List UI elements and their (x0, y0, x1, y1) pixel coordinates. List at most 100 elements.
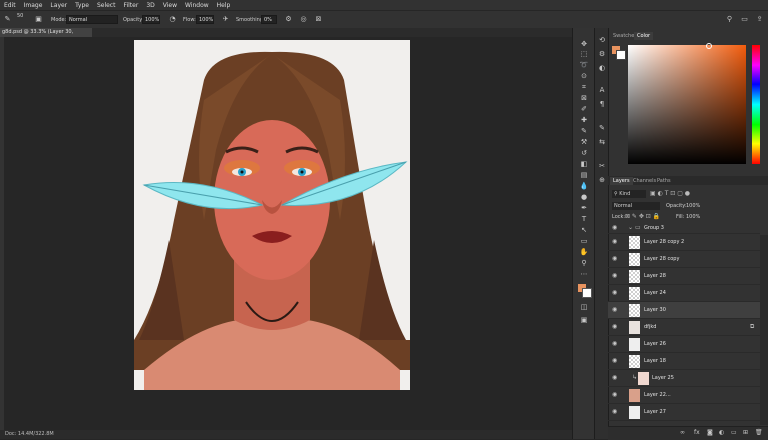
quick-mask-icon[interactable]: ◫ (579, 303, 589, 311)
hue-slider[interactable] (752, 45, 760, 164)
chevron-down-icon[interactable]: ⌄ (628, 224, 633, 231)
symmetry-icon[interactable]: ⊠ (314, 15, 323, 24)
smoothing-field[interactable]: 0% (261, 15, 277, 24)
healing-tool-icon[interactable]: ✚ (579, 116, 589, 124)
gradient-tool-icon[interactable]: ▤ (579, 171, 589, 179)
layer-row[interactable]: ◉ Layer 22... (608, 387, 760, 404)
layer-row[interactable]: ◉ dfjkd ⧉ (608, 319, 760, 336)
dodge-tool-icon[interactable]: ● (579, 193, 589, 201)
blend-mode-dropdown[interactable]: Normal (612, 202, 660, 210)
eye-icon[interactable]: ◉ (612, 375, 619, 381)
layer-row[interactable]: ◉ Layer 28 copy 2 (608, 234, 760, 251)
properties-panel-icon[interactable]: ⚙ (597, 50, 607, 58)
eye-icon[interactable]: ◉ (612, 225, 619, 231)
fill-value[interactable]: 100% (686, 214, 700, 220)
more-tools-icon[interactable]: ⋯ (579, 270, 589, 278)
frame-tool-icon[interactable]: ⊠ (579, 94, 589, 102)
tab-paths[interactable]: Paths (654, 177, 674, 185)
zoom-tool-icon[interactable]: ⚲ (579, 259, 589, 267)
link-layers-icon[interactable]: ∞ (680, 429, 685, 436)
layer-row[interactable]: ◉ Layer 26 (608, 336, 760, 353)
workspace-icon[interactable]: ▭ (740, 15, 749, 24)
brush-settings-icon[interactable]: ⇆ (597, 138, 607, 146)
color-panel-background[interactable] (616, 50, 626, 60)
blur-tool-icon[interactable]: 💧 (579, 182, 589, 190)
menu-image[interactable]: Image (20, 2, 47, 9)
airbrush-icon[interactable]: ✈ (221, 15, 230, 24)
eye-icon[interactable]: ◉ (612, 290, 619, 296)
adjustment-layer-icon[interactable]: ◐ (719, 429, 724, 436)
brush-size-value[interactable]: 50 (17, 13, 23, 19)
paragraph-panel-icon[interactable]: ¶ (597, 100, 607, 108)
tool-presets-icon[interactable]: ✂ (597, 162, 607, 170)
color-picker-cursor[interactable] (706, 43, 712, 49)
layer-filter-icons[interactable]: ▣ ◐ T ⊡ ▢ ● (650, 190, 690, 197)
eraser-tool-icon[interactable]: ◧ (579, 160, 589, 168)
layer-style-icon[interactable]: fx (694, 429, 700, 436)
gear-icon[interactable]: ⚙ (284, 15, 293, 24)
color-picker-field[interactable] (628, 45, 746, 164)
opacity-field[interactable]: 100% (142, 15, 160, 24)
pen-tool-icon[interactable]: ✒ (579, 204, 589, 212)
eye-icon[interactable]: ◉ (612, 324, 619, 330)
layer-mask-icon[interactable]: ◙ (707, 429, 713, 436)
type-tool-icon[interactable]: T (579, 215, 589, 223)
layer-row[interactable]: ◉ Layer 27 (608, 404, 760, 421)
layer-filter-kind[interactable]: ⚲ Kind (612, 190, 646, 198)
menu-view[interactable]: View (159, 2, 181, 9)
layer-row[interactable]: ◉ Layer 18 (608, 353, 760, 370)
shape-tool-icon[interactable]: ▭ (579, 237, 589, 245)
menu-3d[interactable]: 3D (142, 2, 158, 9)
menu-edit[interactable]: Edit (0, 2, 20, 9)
character-panel-icon[interactable]: A (597, 86, 607, 94)
layer-row[interactable]: ◉ Layer 24 (608, 285, 760, 302)
lock-icons[interactable]: ⊠ ✎ ✥ ⊡ 🔒 (625, 213, 660, 220)
menu-window[interactable]: Window (181, 2, 213, 9)
path-select-tool-icon[interactable]: ↖ (579, 226, 589, 234)
history-panel-icon[interactable]: ⟲ (597, 36, 607, 44)
menu-filter[interactable]: Filter (119, 2, 142, 9)
artwork-canvas[interactable] (134, 40, 410, 390)
eye-icon[interactable]: ◉ (612, 392, 619, 398)
layer-row[interactable]: ◉ ↳ Layer 25 (608, 370, 760, 387)
menu-select[interactable]: Select (93, 2, 120, 9)
history-brush-tool-icon[interactable]: ↺ (579, 149, 589, 157)
quick-select-tool-icon[interactable]: ⊙ (579, 72, 589, 80)
eyedropper-tool-icon[interactable]: ✐ (579, 105, 589, 113)
brush-tool-icon[interactable]: ✎ (3, 15, 12, 24)
new-layer-icon[interactable]: ⊞ (743, 429, 748, 436)
move-tool-icon[interactable]: ✥ (579, 40, 589, 48)
menu-type[interactable]: Type (71, 2, 93, 9)
layer-row-selected[interactable]: ◉ Layer 30 (608, 302, 760, 319)
layers-scrollbar[interactable] (760, 235, 768, 425)
eye-icon[interactable]: ◉ (612, 273, 619, 279)
flow-field[interactable]: 100% (196, 15, 214, 24)
menu-help[interactable]: Help (213, 2, 235, 9)
menu-layer[interactable]: Layer (46, 2, 71, 9)
share-icon[interactable]: ⇪ (755, 15, 764, 24)
background-color-swatch[interactable] (582, 288, 592, 298)
hand-tool-icon[interactable]: ✋ (579, 248, 589, 256)
layer-group-row[interactable]: ◉ ⌄ ▭ Group 3 (608, 222, 760, 234)
clone-source-icon[interactable]: ⊕ (597, 176, 607, 184)
crop-tool-icon[interactable]: ⌗ (579, 83, 589, 91)
layer-opacity-value[interactable]: 100% (686, 203, 700, 209)
eye-icon[interactable]: ◉ (612, 341, 619, 347)
brushes-panel-icon[interactable]: ✎ (597, 124, 607, 132)
eye-icon[interactable]: ◉ (612, 239, 619, 245)
eye-icon[interactable]: ◉ (612, 358, 619, 364)
clone-stamp-tool-icon[interactable]: ⚒ (579, 138, 589, 146)
eye-icon[interactable]: ◉ (612, 409, 619, 415)
tab-color[interactable]: Color (634, 32, 654, 40)
document-tab[interactable]: g8d.psd @ 33.3% (Layer 30, RGB/8) * × (0, 28, 92, 44)
mode-dropdown[interactable]: Normal (66, 15, 118, 24)
pressure-size-icon[interactable]: ◎ (299, 15, 308, 24)
new-group-icon[interactable]: ▭ (731, 429, 737, 436)
layer-row[interactable]: ◉ Layer 28 (608, 268, 760, 285)
brush-tool-icon[interactable]: ✎ (579, 127, 589, 135)
search-icon[interactable]: ⚲ (725, 15, 734, 24)
layer-row[interactable]: ◉ Layer 28 copy (608, 251, 760, 268)
brush-panel-icon[interactable]: ▣ (34, 15, 43, 24)
eye-icon[interactable]: ◉ (612, 256, 619, 262)
eye-icon[interactable]: ◉ (612, 307, 619, 313)
